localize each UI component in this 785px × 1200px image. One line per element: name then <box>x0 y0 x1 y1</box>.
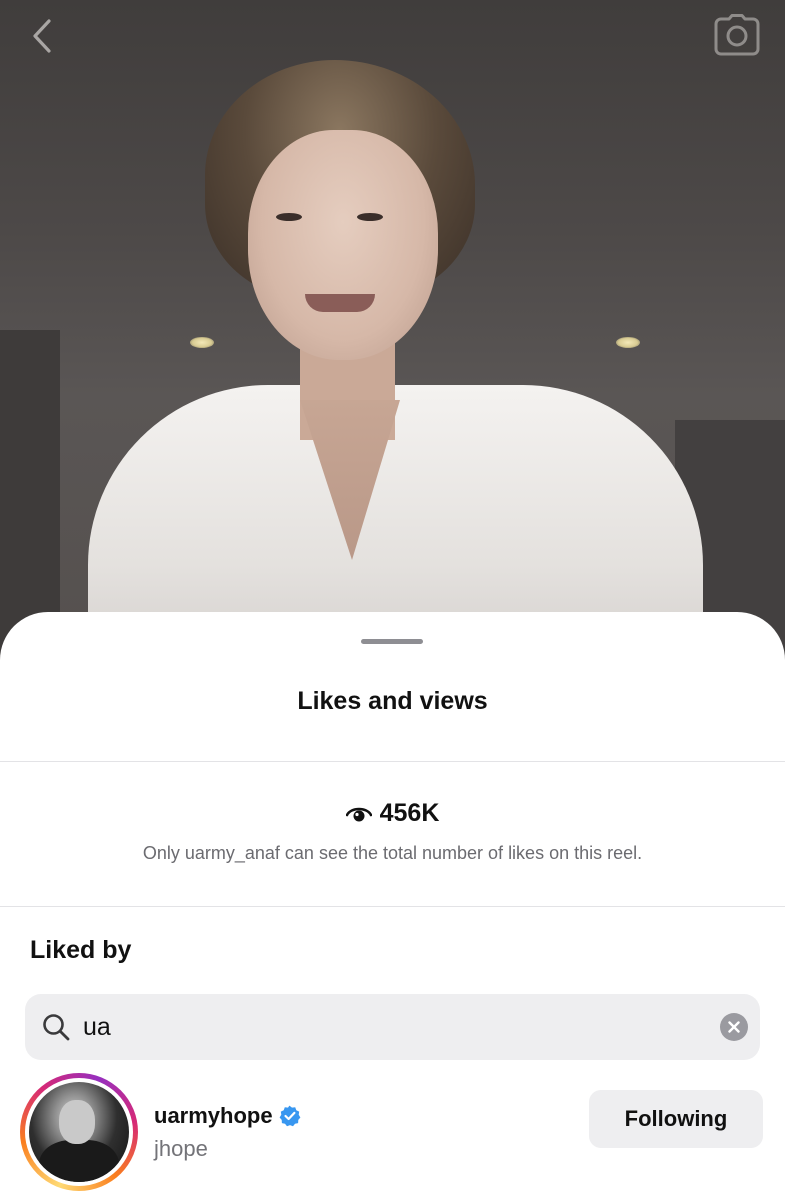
wall-left <box>0 330 60 660</box>
user-full-name: jhope <box>154 1136 208 1161</box>
views-privacy-note: Only uarmy_anaf can see the total number… <box>142 843 643 863</box>
chevron-left-icon <box>33 19 51 53</box>
following-button[interactable]: Following <box>589 1090 763 1148</box>
clear-icon <box>728 1021 740 1033</box>
sheet-grabber[interactable] <box>361 639 423 644</box>
eye-icon <box>345 807 372 821</box>
person-eye-left <box>276 213 302 221</box>
likes-views-sheet: Likes and views 456K Only uarmy_anaf can… <box>0 612 785 1200</box>
ceiling-light-right <box>616 337 640 348</box>
divider <box>0 906 785 907</box>
story-ring[interactable] <box>20 1073 138 1191</box>
back-button[interactable] <box>20 14 64 58</box>
ceiling-light-left <box>190 337 214 348</box>
search-icon <box>41 1012 71 1042</box>
camera-button[interactable] <box>713 12 761 58</box>
divider <box>0 761 785 762</box>
reel-video[interactable] <box>0 0 785 660</box>
person-mouth <box>305 294 375 312</box>
username[interactable]: uarmyhope <box>154 1103 273 1129</box>
avatar-body <box>39 1140 119 1182</box>
clear-search-button[interactable] <box>720 1013 748 1041</box>
views-summary: 456K <box>0 799 785 828</box>
person-face <box>248 130 438 360</box>
views-count: 456K <box>379 799 440 827</box>
avatar <box>29 1082 129 1182</box>
liked-user-row[interactable]: uarmyhope jhope Following <box>0 1070 785 1200</box>
search-bar[interactable] <box>25 994 760 1060</box>
verified-badge-icon <box>279 1105 301 1127</box>
avatar-face <box>59 1100 95 1144</box>
avatar-border <box>25 1078 133 1186</box>
screen: Likes and views 456K Only uarmy_anaf can… <box>0 0 785 1200</box>
username-line[interactable]: uarmyhope <box>154 1103 301 1129</box>
person-eye-right <box>357 213 383 221</box>
sheet-title: Likes and views <box>297 687 488 715</box>
search-input[interactable] <box>83 1012 720 1042</box>
camera-icon <box>714 14 760 56</box>
liked-by-heading: Liked by <box>30 936 132 964</box>
